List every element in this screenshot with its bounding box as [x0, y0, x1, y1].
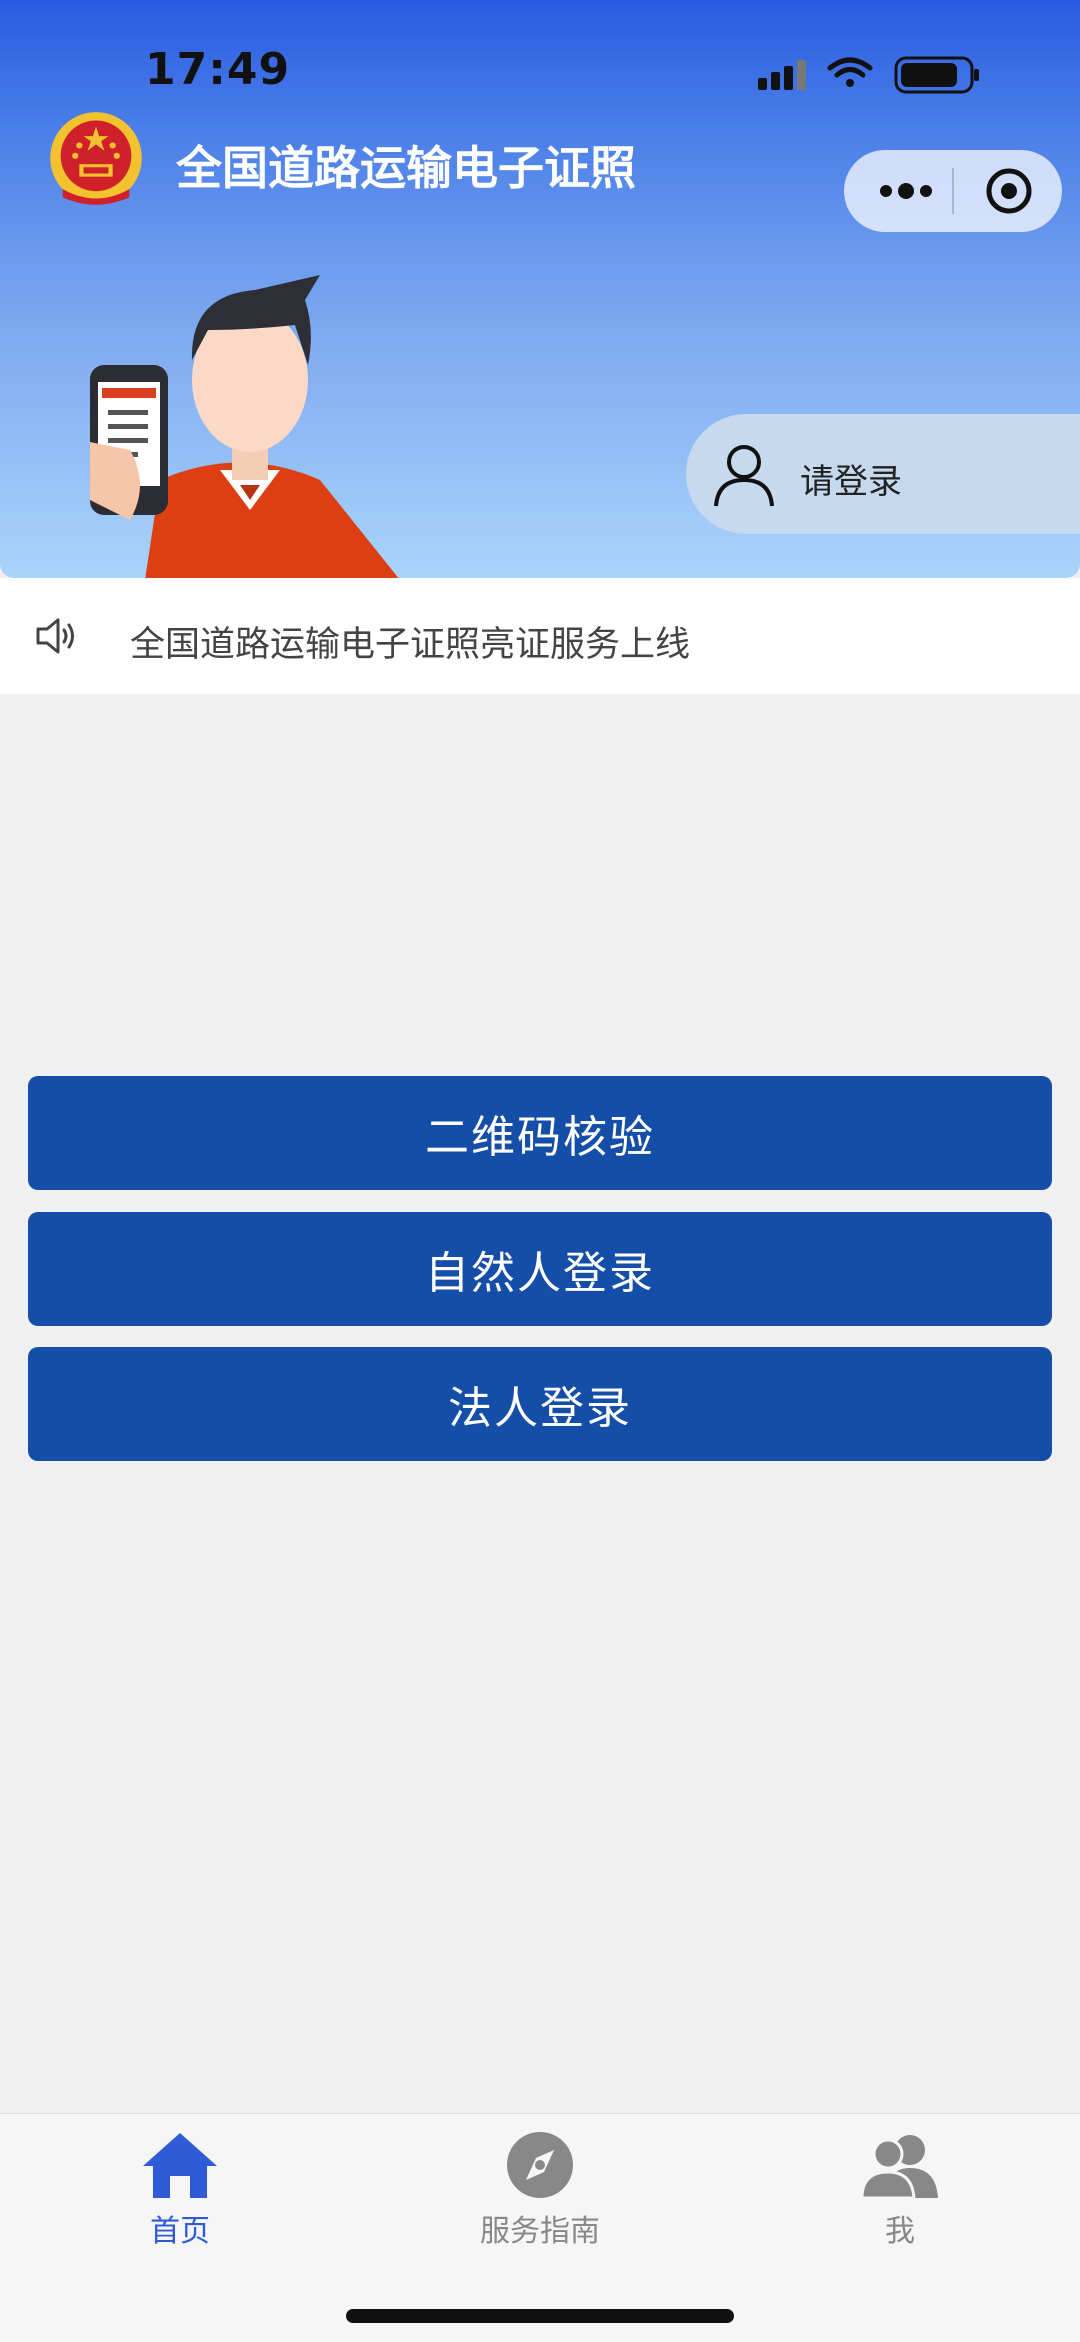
- home-indicator: [346, 2309, 734, 2323]
- tab-home[interactable]: 首页: [60, 2130, 300, 2260]
- notice-bar[interactable]: 全国道路运输电子证照亮证服务上线: [0, 578, 1080, 694]
- battery-icon: [894, 56, 979, 94]
- natural-person-login-button[interactable]: 自然人登录: [28, 1212, 1052, 1326]
- status-icons: [758, 56, 979, 94]
- header-banner: 17:49 全国道路运输电子证照 请登录: [0, 0, 1080, 578]
- user-group-icon: [860, 2135, 938, 2200]
- tab-service-guide-label: 服务指南: [480, 2214, 600, 2249]
- phone-user-illustration: [90, 275, 399, 578]
- more-icon[interactable]: [866, 158, 946, 224]
- wifi-icon: [827, 57, 873, 87]
- login-label: 请登录: [800, 462, 902, 502]
- login-entry[interactable]: 请登录: [686, 414, 1080, 534]
- mini-program-capsule: [844, 150, 1062, 232]
- home-icon: [143, 2133, 217, 2198]
- tab-home-label: 首页: [150, 2214, 210, 2249]
- signal-icon: [758, 60, 806, 90]
- tab-me-label: 我: [885, 2214, 915, 2249]
- status-time: 17:49: [145, 44, 291, 95]
- legal-person-login-button[interactable]: 法人登录: [28, 1347, 1052, 1461]
- capsule-divider: [952, 168, 954, 214]
- close-mini-program-icon[interactable]: [974, 158, 1044, 224]
- tab-me[interactable]: 我: [780, 2130, 1020, 2260]
- tab-service-guide[interactable]: 服务指南: [420, 2130, 660, 2260]
- speaker-icon: [36, 618, 74, 654]
- compass-icon: [507, 2132, 573, 2198]
- notice-text: 全国道路运输电子证照亮证服务上线: [130, 625, 691, 665]
- user-icon: [714, 445, 774, 507]
- national-emblem-icon: [50, 112, 142, 205]
- app-title: 全国道路运输电子证照: [176, 141, 636, 195]
- bottom-tab-bar: 首页 服务指南 我: [0, 2113, 1080, 2342]
- qrcode-verify-button[interactable]: 二维码核验: [28, 1076, 1052, 1190]
